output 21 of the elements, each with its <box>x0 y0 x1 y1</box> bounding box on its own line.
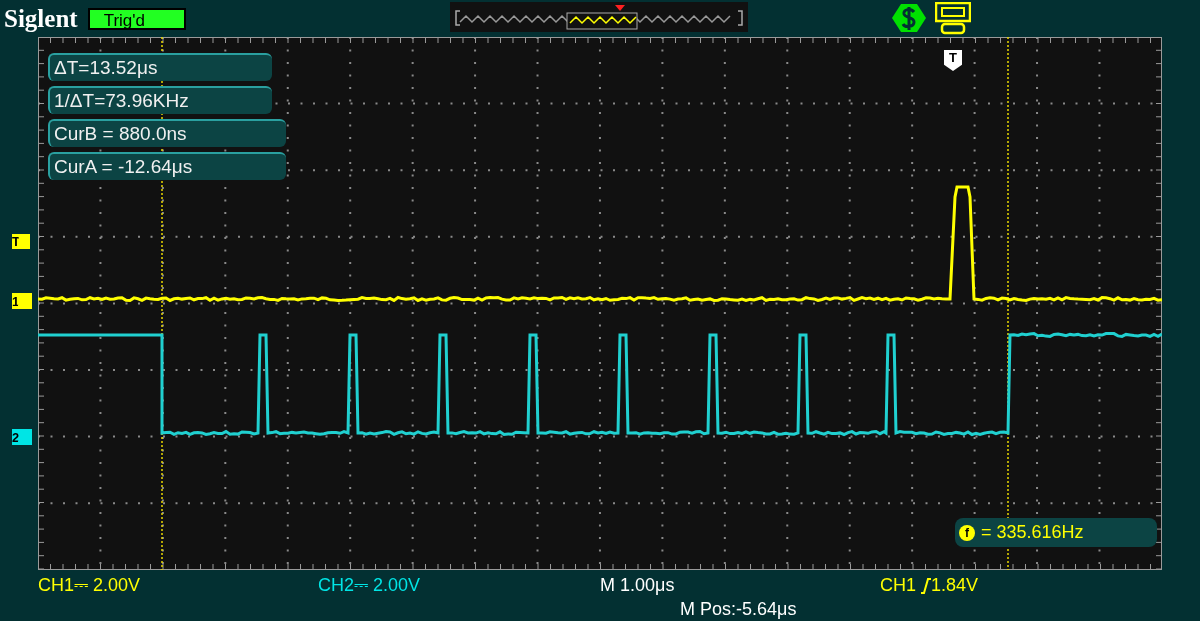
rising-edge-icon <box>921 577 931 594</box>
cursor-readout: ΔT=13.52μs <box>48 53 272 81</box>
cursor-line[interactable] <box>1007 37 1009 570</box>
cursor-readout: CurA = -12.64μs <box>48 152 286 180</box>
trigger-status: Trig'd <box>87 7 186 30</box>
printer-icon <box>935 2 971 35</box>
channel-setting: CH2⎓ 2.00V <box>318 574 421 597</box>
horizontal-position: M Pos:-5.64μs <box>680 598 797 621</box>
channel-setting: M 1.00μs <box>600 574 675 597</box>
trigger-position-marker[interactable]: T <box>944 50 962 71</box>
channel-setting: CH1⎓ 2.00V <box>38 574 141 597</box>
trigger-level: 1.84V <box>931 574 979 597</box>
cursor-readout: CurB = 880.0ns <box>48 119 286 147</box>
channel-marker[interactable]: 2 <box>12 429 32 445</box>
frequency-value: = 335.616Hz <box>981 521 1084 544</box>
frequency-symbol: f <box>959 524 975 541</box>
channel-marker[interactable]: 1 <box>12 293 32 309</box>
trigger-source: CH1 <box>880 574 916 597</box>
brand-logo: Siglent <box>4 6 78 31</box>
cursor-readout: 1/ΔT=73.96KHz <box>48 86 272 114</box>
trigger-level-marker[interactable]: T <box>12 234 30 249</box>
